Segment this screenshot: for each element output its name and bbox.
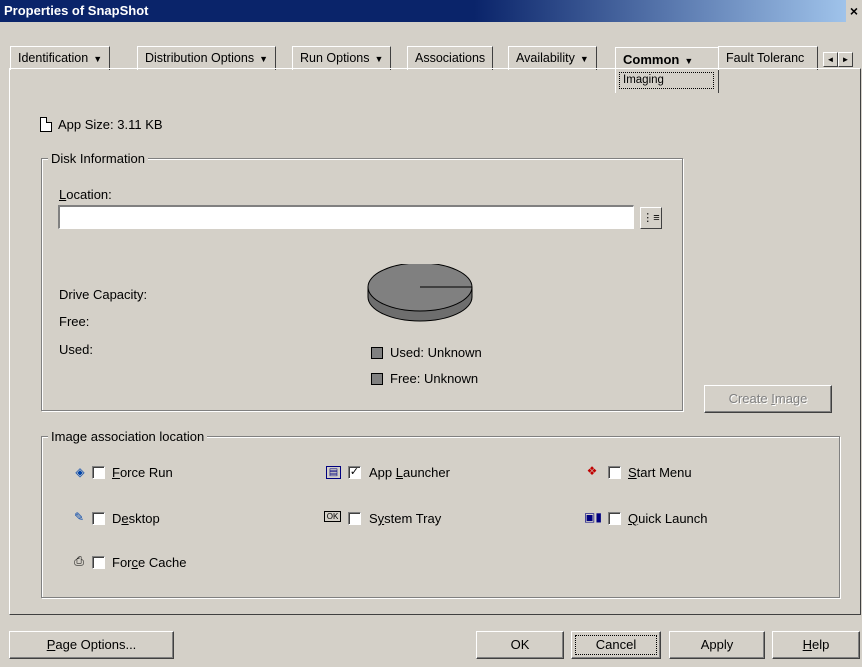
app-launcher-checkbox[interactable]: ✓ [348,466,361,479]
close-button[interactable]: × [846,0,862,22]
tab-label: Run Options [300,51,370,65]
used-legend-swatch [371,347,383,359]
app-size: App Size: 3.11 KB [40,117,163,132]
force-cache-label: Force Cache [112,555,187,570]
start-menu-label: Start Menu [628,465,692,480]
apply-button[interactable]: Apply [669,631,765,659]
tab-label: Fault Toleranc [726,51,805,65]
force-run-icon: ◈ [75,465,85,479]
system-tray-label: System Tray [369,511,442,526]
tab-scroll-left-button[interactable]: ◄ [823,52,838,67]
free-legend-label: Free: Unknown [390,371,479,386]
dropdown-arrow-icon: ▼ [374,54,384,64]
system-tray-icon: OK [324,511,341,522]
desktop-icon: ✎ [73,510,85,524]
app-launcher-label: App Launcher [369,465,450,480]
document-icon [40,117,52,132]
disk-information-title: Disk Information [48,151,148,166]
tab-label: Associations [415,51,486,65]
tab-availability[interactable]: Availability ▼ [508,46,597,70]
disk-pie-chart [367,264,473,322]
tab-associations[interactable]: Associations [407,46,494,70]
tab-strip: Identification ▼ Distribution Options ▼ Ru… [10,30,862,93]
start-menu-checkbox[interactable] [608,466,621,479]
app-launcher-icon: ▤ [326,466,341,479]
desktop-checkbox[interactable] [92,512,105,525]
used-legend-label: Used: Unknown [390,345,482,360]
system-tray-checkbox[interactable] [348,512,361,525]
image-association-title: Image association location [48,429,208,444]
quick-launch-icon: ▣▮ [584,510,602,524]
create-image-button[interactable]: Create Image [704,385,832,413]
dropdown-arrow-icon: ▼ [259,54,268,64]
force-cache-checkbox[interactable] [92,556,105,569]
free-label: Free: [59,314,90,329]
drive-capacity-label: Drive Capacity: [59,287,148,302]
disk-information-group [41,158,683,411]
title-bar: Properties of SnapShot × [0,0,862,22]
tab-fault-tolerance[interactable]: Fault Toleranc [718,46,818,70]
force-run-checkbox[interactable] [92,466,105,479]
app-size-text: App Size: 3.11 KB [58,117,163,132]
tab-distribution-options[interactable]: Distribution Options ▼ [137,46,276,70]
browse-button[interactable]: ⋮≡ [640,207,662,229]
quick-launch-label: Quick Launch [628,511,708,526]
tab-scroll-right-button[interactable]: ► [838,52,853,67]
desktop-label: Desktop [112,511,160,526]
tab-run-options[interactable]: Run Options ▼ [292,46,392,70]
free-legend-swatch [371,373,383,385]
ok-button[interactable]: OK [476,631,564,659]
quick-launch-checkbox[interactable] [608,512,621,525]
dropdown-arrow-icon: ▼ [93,54,103,64]
window-title: Properties of SnapShot [4,3,149,18]
dropdown-arrow-icon: ▼ [684,56,694,66]
tab-identification[interactable]: Identification ▼ [10,46,111,70]
browse-icon: ⋮≡ [642,212,660,224]
help-button[interactable]: Help [772,631,860,659]
force-cache-icon: ⎙ [74,554,84,568]
location-input[interactable] [58,205,634,229]
start-menu-icon: ❖ [586,464,598,478]
tab-label: Common [623,52,680,67]
cancel-button[interactable]: Cancel [571,631,661,659]
used-label: Used: [59,342,93,357]
page-options-button[interactable]: Page Options... [9,631,174,659]
force-run-label: Force Run [112,465,173,480]
dropdown-arrow-icon: ▼ [579,54,589,64]
tab-label: Distribution Options [145,51,255,65]
tab-label: Availability [516,51,575,65]
location-label: Location: [59,187,112,202]
tab-label: Identification [18,51,89,65]
